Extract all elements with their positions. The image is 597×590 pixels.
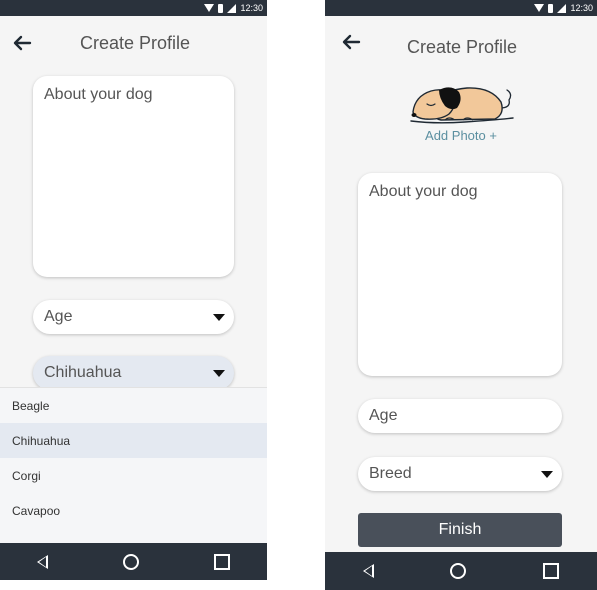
- nav-back-icon[interactable]: [37, 554, 49, 569]
- about-your-dog-textarea[interactable]: About your dog: [33, 76, 234, 277]
- nav-recents-icon[interactable]: [542, 563, 559, 579]
- finish-button[interactable]: Finish: [358, 513, 562, 547]
- status-time: 12:30: [570, 3, 593, 13]
- page-title: Create Profile: [407, 37, 518, 57]
- system-nav-bar: [325, 552, 597, 590]
- page-title: Create Profile: [80, 33, 191, 53]
- breed-option-cavapoo[interactable]: Cavapoo: [0, 493, 267, 528]
- app-header: Create Profile: [325, 24, 597, 64]
- caret-down-icon: [541, 471, 553, 478]
- wifi-icon: [534, 4, 545, 12]
- age-input[interactable]: Age: [358, 399, 562, 433]
- back-arrow-icon[interactable]: [338, 29, 364, 55]
- caret-down-icon: [213, 314, 225, 321]
- status-icons: 12:30: [534, 1, 593, 15]
- nav-home-icon[interactable]: [450, 563, 467, 579]
- status-bar: 12:30: [325, 0, 597, 16]
- breed-option-label: Chihuahua: [12, 433, 71, 448]
- add-photo-link[interactable]: Add Photo +: [325, 128, 597, 143]
- breed-select[interactable]: Breed: [358, 457, 562, 491]
- status-icons: 12:30: [204, 1, 263, 15]
- breed-option-corgi[interactable]: Corgi: [0, 458, 267, 493]
- create-profile-screen-breed-open: 12:30 Create Profile About your dog Age …: [0, 0, 267, 580]
- status-time: 12:30: [240, 3, 263, 13]
- system-nav-bar: [0, 543, 267, 580]
- breed-option-beagle[interactable]: Beagle: [0, 388, 267, 423]
- signal-icon: [227, 3, 237, 13]
- dog-photo-icon[interactable]: [405, 78, 517, 126]
- breed-select-value: Breed: [369, 465, 412, 482]
- battery-icon: [218, 3, 224, 13]
- nav-recents-icon[interactable]: [213, 553, 230, 570]
- signal-icon: [557, 3, 567, 13]
- back-arrow-icon[interactable]: [9, 30, 35, 56]
- wifi-icon: [204, 4, 215, 12]
- battery-icon: [548, 3, 554, 13]
- about-placeholder: About your dog: [44, 86, 153, 103]
- breed-select-value: Chihuahua: [44, 364, 122, 381]
- about-your-dog-textarea[interactable]: About your dog: [358, 173, 562, 376]
- about-placeholder: About your dog: [369, 183, 478, 200]
- breed-option-label: Corgi: [12, 468, 41, 483]
- nav-back-icon[interactable]: [363, 564, 375, 578]
- breed-option-label: Cavapoo: [12, 503, 61, 518]
- nav-home-icon[interactable]: [122, 553, 139, 570]
- breed-option-chihuahua[interactable]: Chihuahua: [0, 423, 267, 458]
- age-select-value: Age: [44, 308, 73, 325]
- age-select[interactable]: Age: [33, 300, 234, 334]
- create-profile-screen: 12:30 Create Profile Add Photo + About y…: [325, 0, 597, 590]
- breed-select[interactable]: Chihuahua: [33, 356, 234, 390]
- app-header: Create Profile: [0, 22, 267, 62]
- breed-dropdown-menu: Beagle Chihuahua Corgi Cavapoo: [0, 387, 267, 544]
- status-bar: 12:30: [0, 0, 267, 16]
- caret-down-icon: [213, 370, 225, 377]
- breed-option-label: Beagle: [12, 398, 50, 413]
- age-input-placeholder: Age: [369, 407, 398, 424]
